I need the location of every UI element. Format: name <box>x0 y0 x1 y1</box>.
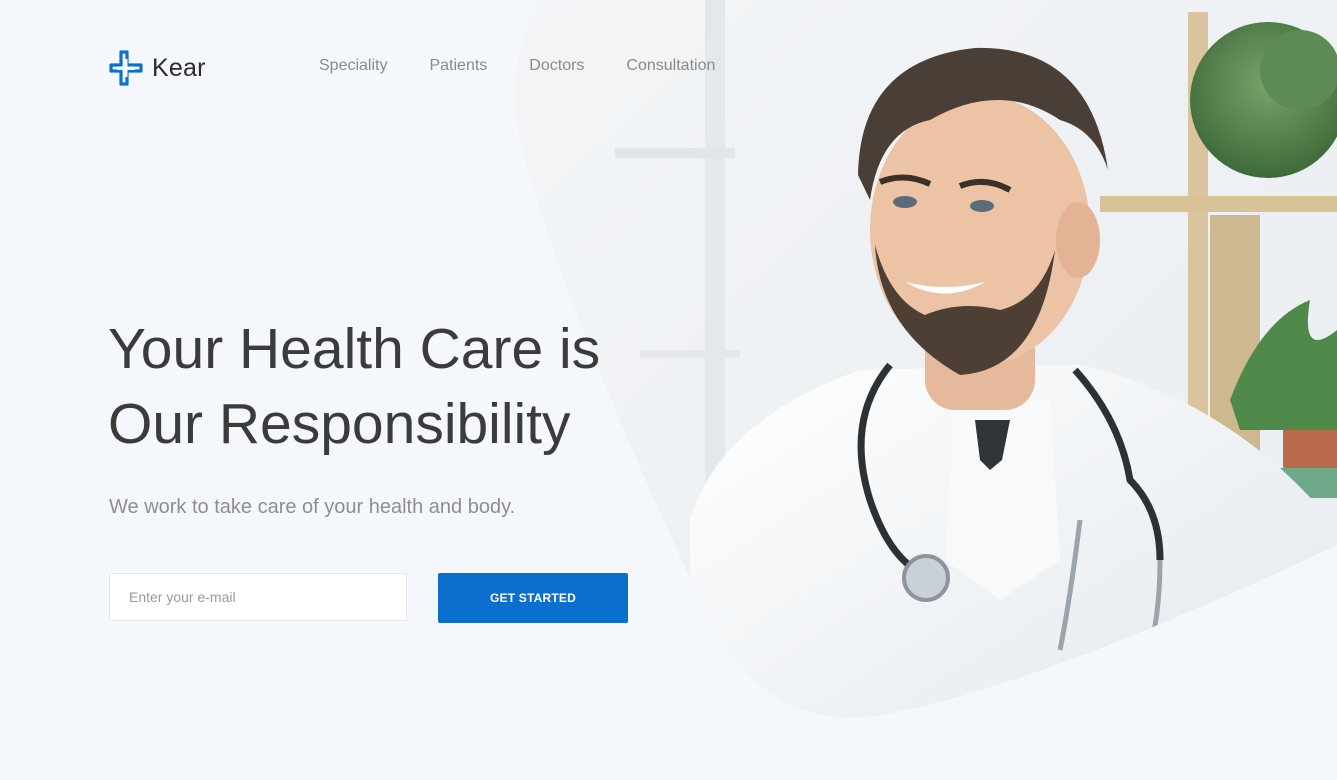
top-nav: Kear Speciality Patients Doctors Consult… <box>108 48 715 88</box>
brand-logo[interactable]: Kear <box>108 49 206 87</box>
landing-page: Kear Speciality Patients Doctors Consult… <box>0 0 1337 780</box>
brand-name: Kear <box>152 53 206 82</box>
signup-form: GET STARTED <box>109 573 628 623</box>
nav-speciality[interactable]: Speciality <box>319 57 387 75</box>
nav-consultation[interactable]: Consultation <box>626 57 715 75</box>
headline-line-2: Our Responsibility <box>108 392 571 456</box>
main-menu: Speciality Patients Doctors Consultation <box>319 57 757 75</box>
hero-headline: Your Health Care is Our Responsibility <box>108 312 668 462</box>
nav-doctors[interactable]: Doctors <box>529 57 584 75</box>
headline-line-1: Your Health Care is <box>108 317 601 381</box>
get-started-button[interactable]: GET STARTED <box>438 573 628 623</box>
hero-subtitle: We work to take care of your health and … <box>109 496 516 518</box>
medical-cross-icon <box>109 50 143 86</box>
nav-patients[interactable]: Patients <box>429 57 487 75</box>
email-input[interactable] <box>109 573 407 621</box>
